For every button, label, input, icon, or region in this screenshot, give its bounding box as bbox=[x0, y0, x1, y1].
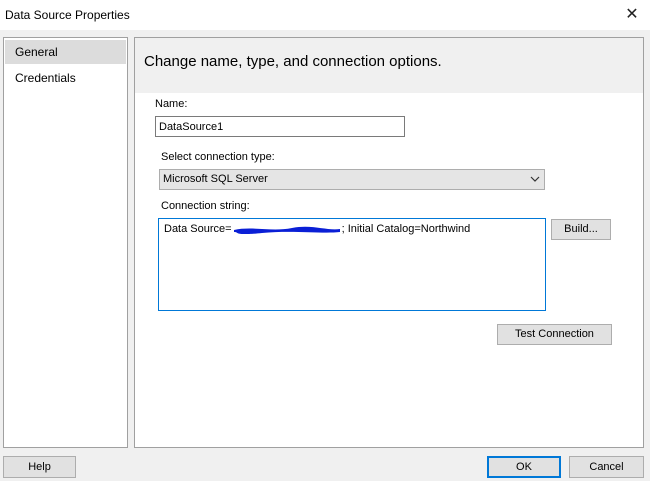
connection-type-label: Select connection type: bbox=[161, 151, 275, 163]
title-bar: Data Source Properties ✕ bbox=[0, 0, 650, 30]
test-connection-button[interactable]: Test Connection bbox=[497, 324, 612, 345]
connection-type-select[interactable]: Microsoft SQL Server bbox=[159, 169, 545, 190]
close-icon[interactable]: ✕ bbox=[620, 4, 644, 26]
name-label: Name: bbox=[155, 98, 188, 110]
name-field[interactable] bbox=[155, 116, 405, 137]
connection-string-label: Connection string: bbox=[161, 200, 250, 212]
nav-pane: General Credentials bbox=[3, 37, 128, 448]
data-source-properties-dialog: Data Source Properties ✕ General Credent… bbox=[0, 0, 650, 481]
page-title: Change name, type, and connection option… bbox=[144, 53, 442, 70]
connection-string-textarea[interactable]: Data Source= ; Initial Catalog=Northwind bbox=[158, 218, 546, 311]
nav-item-credentials[interactable]: Credentials bbox=[5, 66, 126, 90]
ok-button[interactable]: OK bbox=[487, 456, 561, 478]
redaction-mark bbox=[232, 224, 342, 235]
nav-item-general[interactable]: General bbox=[5, 40, 126, 64]
window-title: Data Source Properties bbox=[5, 8, 130, 22]
nav-item-label: Credentials bbox=[15, 71, 76, 85]
help-button[interactable]: Help bbox=[3, 456, 76, 478]
build-button[interactable]: Build... bbox=[551, 219, 611, 240]
connection-string-prefix: Data Source= bbox=[164, 223, 232, 235]
chevron-down-icon bbox=[530, 176, 540, 182]
connection-type-value: Microsoft SQL Server bbox=[163, 173, 268, 185]
content-header: Change name, type, and connection option… bbox=[135, 38, 643, 93]
connection-string-suffix: ; Initial Catalog=Northwind bbox=[341, 223, 471, 235]
content-panel: Change name, type, and connection option… bbox=[134, 37, 644, 448]
nav-item-label: General bbox=[15, 45, 58, 59]
cancel-button[interactable]: Cancel bbox=[569, 456, 644, 478]
